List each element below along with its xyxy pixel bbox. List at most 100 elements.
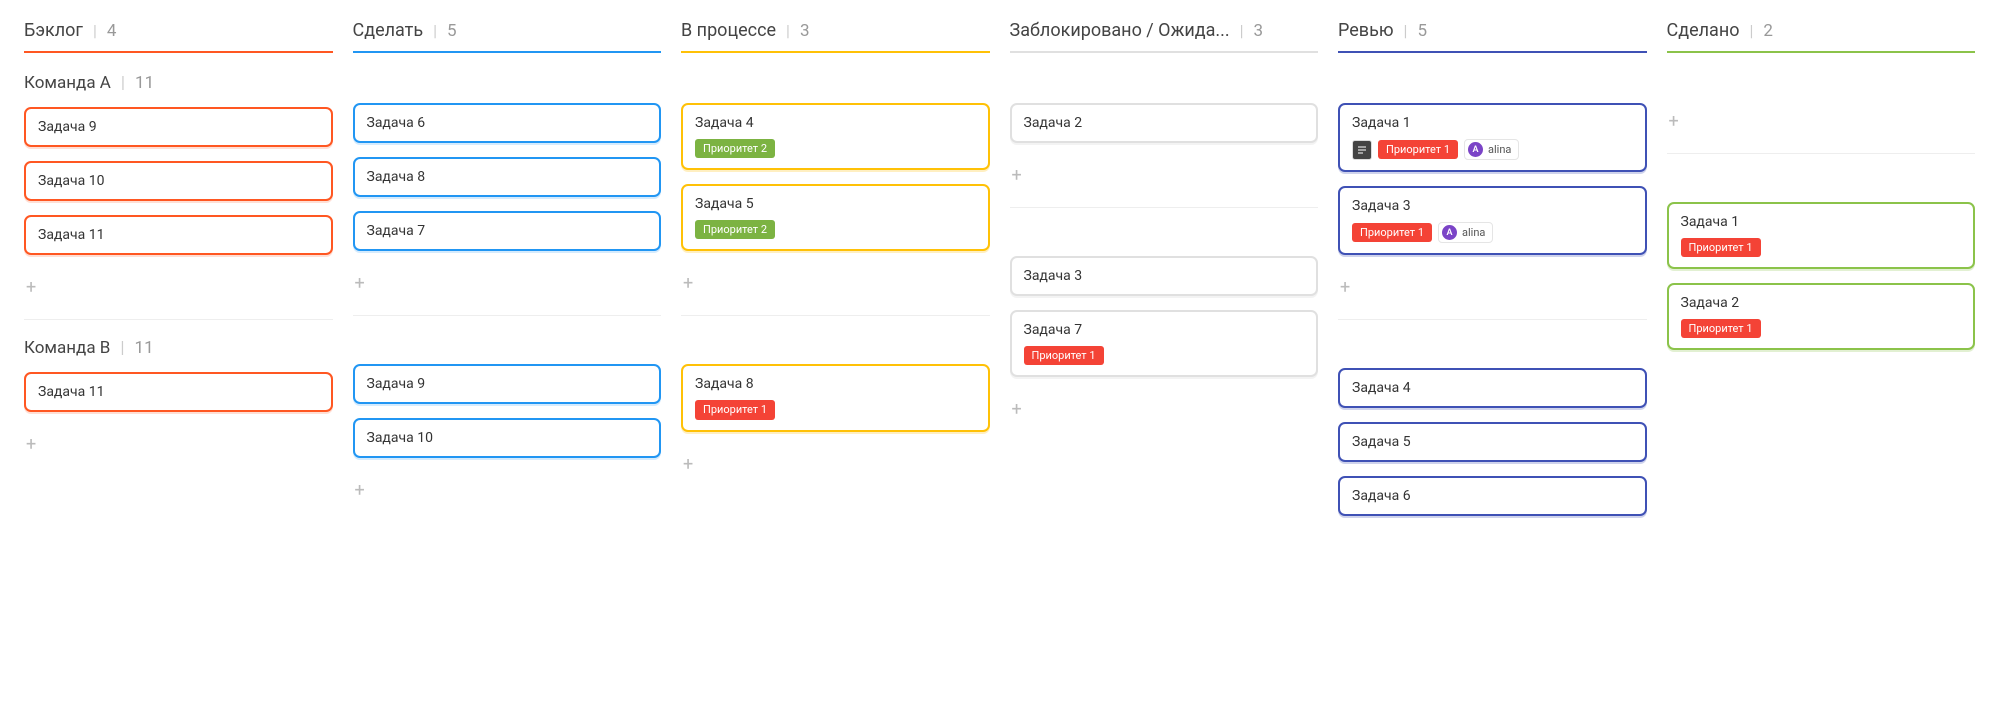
task-card[interactable]: Задача 9 bbox=[24, 107, 333, 147]
card-title: Задача 7 bbox=[1024, 322, 1305, 338]
task-card[interactable]: Задача 9 bbox=[353, 364, 662, 404]
column-header[interactable]: Сделано | 2 bbox=[1667, 20, 1976, 53]
card-title: Задача 9 bbox=[38, 119, 319, 135]
priority-badge: Приоритет 2 bbox=[695, 220, 775, 239]
priority-badge: Приоритет 1 bbox=[695, 400, 775, 419]
task-card[interactable]: Задача 7 Приоритет 1 bbox=[1010, 310, 1319, 377]
task-card[interactable]: Задача 1 Приоритет 1 A alina bbox=[1338, 103, 1647, 172]
card-title: Задача 3 bbox=[1024, 268, 1305, 284]
column-header[interactable]: В процессе | 3 bbox=[681, 20, 990, 53]
card-list: Задача 9 Задача 10 + bbox=[353, 364, 662, 506]
priority-badge: Приоритет 1 bbox=[1378, 140, 1458, 159]
card-title: Задача 4 bbox=[695, 115, 976, 131]
card-list: Задача 6 Задача 8 Задача 7 + bbox=[353, 103, 662, 299]
card-title: Задача 6 bbox=[367, 115, 648, 131]
task-card[interactable]: Задача 11 bbox=[24, 215, 333, 255]
lane-divider bbox=[681, 315, 990, 316]
task-card[interactable]: Задача 6 bbox=[1338, 476, 1647, 516]
card-title: Задача 11 bbox=[38, 227, 319, 243]
swimlane-title: Команда А bbox=[24, 73, 111, 93]
column-count: 4 bbox=[107, 21, 117, 41]
card-list: + bbox=[1667, 103, 1976, 137]
lane-divider bbox=[24, 319, 333, 320]
separator: | bbox=[121, 73, 125, 93]
kanban-board: Бэклог | 4 Команда А | 11 Задача 9 Задач… bbox=[24, 20, 1975, 516]
add-card-button[interactable]: + bbox=[24, 430, 333, 460]
column-header[interactable]: Сделать | 5 bbox=[353, 20, 662, 53]
card-title: Задача 7 bbox=[367, 223, 648, 239]
separator: | bbox=[1749, 21, 1753, 40]
task-card[interactable]: Задача 2 Приоритет 1 bbox=[1667, 283, 1976, 350]
column-header[interactable]: Ревью | 5 bbox=[1338, 20, 1647, 53]
swimlane-count: 11 bbox=[135, 338, 154, 358]
column-title: Ревью bbox=[1338, 20, 1394, 41]
task-card[interactable]: Задача 8 Приоритет 1 bbox=[681, 364, 990, 431]
separator: | bbox=[1240, 21, 1244, 40]
task-card[interactable]: Задача 8 bbox=[353, 157, 662, 197]
priority-badge: Приоритет 2 bbox=[695, 139, 775, 158]
column-blocked: Заблокировано / Ожида... | 3 Задача 2 + … bbox=[1010, 20, 1319, 425]
task-card[interactable]: Задача 4 bbox=[1338, 368, 1647, 408]
column-count: 5 bbox=[447, 21, 457, 41]
add-card-button[interactable]: + bbox=[681, 450, 990, 480]
task-card[interactable]: Задача 6 bbox=[353, 103, 662, 143]
task-card[interactable]: Задача 4 Приоритет 2 bbox=[681, 103, 990, 170]
column-done: Сделано | 2 + Задача 1 Приоритет 1 Задач… bbox=[1667, 20, 1976, 350]
add-card-button[interactable]: + bbox=[681, 269, 990, 299]
column-title: В процессе bbox=[681, 20, 776, 41]
swimlane-header-team-a[interactable]: Команда А | 11 bbox=[24, 73, 333, 93]
card-title: Задача 5 bbox=[695, 196, 976, 212]
priority-badge: Приоритет 1 bbox=[1681, 238, 1761, 257]
lane-divider bbox=[1010, 207, 1319, 208]
add-card-button[interactable]: + bbox=[1010, 161, 1319, 191]
column-backlog: Бэклог | 4 Команда А | 11 Задача 9 Задач… bbox=[24, 20, 333, 460]
column-count: 5 bbox=[1417, 21, 1427, 41]
add-card-button[interactable]: + bbox=[24, 273, 333, 303]
task-card[interactable]: Задача 11 bbox=[24, 372, 333, 412]
lane-divider bbox=[1667, 153, 1976, 154]
task-card[interactable]: Задача 10 bbox=[24, 161, 333, 201]
card-list: Задача 1 Приоритет 1 Задача 2 Приоритет … bbox=[1667, 202, 1976, 350]
column-review: Ревью | 5 Задача 1 Приоритет 1 A alina bbox=[1338, 20, 1647, 516]
priority-badge: Приоритет 1 bbox=[1024, 346, 1104, 365]
lane-divider bbox=[353, 315, 662, 316]
card-title: Задача 1 bbox=[1681, 214, 1962, 230]
avatar: A bbox=[1442, 225, 1457, 240]
task-card[interactable]: Задача 5 Приоритет 2 bbox=[681, 184, 990, 251]
swimlane-count: 11 bbox=[135, 73, 154, 93]
column-todo: Сделать | 5 Задача 6 Задача 8 Задача 7 +… bbox=[353, 20, 662, 506]
priority-badge: Приоритет 1 bbox=[1352, 223, 1432, 242]
column-title: Сделать bbox=[353, 20, 424, 41]
add-card-button[interactable]: + bbox=[353, 269, 662, 299]
add-card-button[interactable]: + bbox=[353, 476, 662, 506]
card-title: Задача 6 bbox=[1352, 488, 1633, 504]
column-count: 3 bbox=[800, 21, 810, 41]
task-card[interactable]: Задача 1 Приоритет 1 bbox=[1667, 202, 1976, 269]
card-list: Задача 3 Задача 7 Приоритет 1 + bbox=[1010, 256, 1319, 425]
card-title: Задача 2 bbox=[1024, 115, 1305, 131]
column-title: Сделано bbox=[1667, 20, 1740, 41]
add-card-button[interactable]: + bbox=[1667, 107, 1976, 137]
separator: | bbox=[433, 21, 437, 40]
lane-divider bbox=[1338, 319, 1647, 320]
priority-badge: Приоритет 1 bbox=[1681, 319, 1761, 338]
swimlane-title: Команда В bbox=[24, 338, 110, 358]
task-card[interactable]: Задача 5 bbox=[1338, 422, 1647, 462]
column-count: 2 bbox=[1763, 21, 1773, 41]
add-card-button[interactable]: + bbox=[1338, 273, 1647, 303]
task-card[interactable]: Задача 7 bbox=[353, 211, 662, 251]
task-card[interactable]: Задача 2 bbox=[1010, 103, 1319, 143]
card-list: Задача 4 Задача 5 Задача 6 bbox=[1338, 368, 1647, 516]
card-list: Задача 11 + bbox=[24, 372, 333, 460]
assignee-chip[interactable]: A alina bbox=[1464, 139, 1519, 160]
task-card[interactable]: Задача 3 Приоритет 1 A alina bbox=[1338, 186, 1647, 255]
column-header[interactable]: Заблокировано / Ожида... | 3 bbox=[1010, 20, 1319, 53]
column-header[interactable]: Бэклог | 4 bbox=[24, 20, 333, 53]
card-list: Задача 1 Приоритет 1 A alina Задача 3 Пр… bbox=[1338, 103, 1647, 303]
task-card[interactable]: Задача 10 bbox=[353, 418, 662, 458]
task-card[interactable]: Задача 3 bbox=[1010, 256, 1319, 296]
column-title: Заблокировано / Ожида... bbox=[1010, 20, 1230, 41]
swimlane-header-team-b[interactable]: Команда В | 11 bbox=[24, 338, 333, 358]
assignee-chip[interactable]: A alina bbox=[1438, 222, 1493, 243]
add-card-button[interactable]: + bbox=[1010, 395, 1319, 425]
